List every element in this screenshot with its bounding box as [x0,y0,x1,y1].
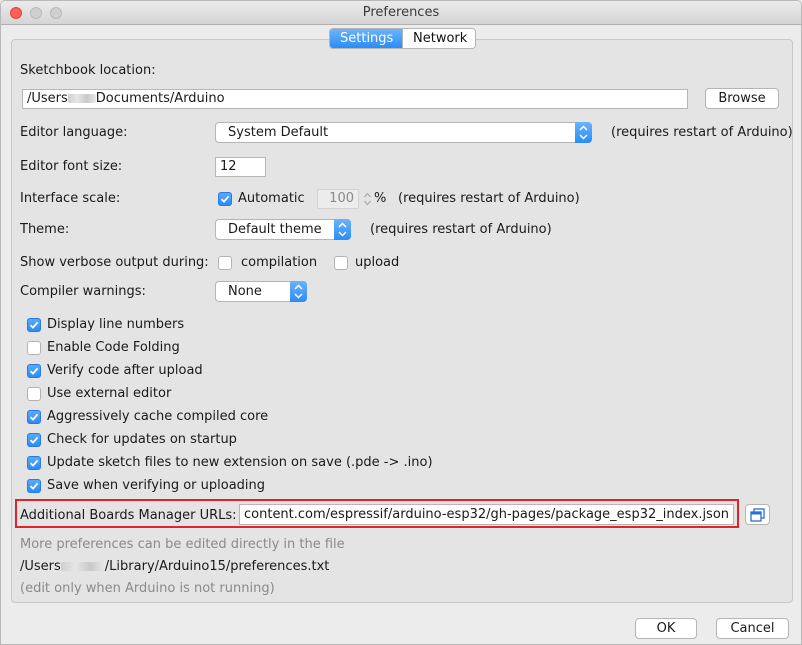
check-updates-label: Check for updates on startup [47,432,237,447]
tab-settings[interactable]: Settings [330,29,402,48]
scale-stepper-icon [363,190,372,208]
window-stack-icon [750,508,765,522]
title-bar: Preferences [1,1,801,25]
enable-code-folding-checkbox[interactable] [27,341,41,355]
display-line-numbers-label: Display line numbers [47,317,185,332]
updown-arrows-icon [575,122,592,143]
use-external-editor-label: Use external editor [47,386,172,401]
checkmark-icon [29,321,39,329]
sketchbook-path-suffix: Documents/Arduino [95,91,225,106]
sketchbook-location-field[interactable]: /Users Documents/Arduino [22,89,688,109]
sketchbook-location-label: Sketchbook location: [20,63,156,78]
preferences-file-path: /Users/Library/Arduino15/preferences.txt [20,559,329,574]
boards-manager-url-field[interactable]: content.com/espressif/arduino-esp32/gh-p… [239,504,734,525]
verify-after-upload-checkbox[interactable] [27,364,41,378]
interface-scale-unit: % [374,191,387,206]
checkmark-icon [220,195,230,203]
save-when-verifying-checkbox[interactable] [27,479,41,493]
save-when-verifying-label: Save when verifying or uploading [47,478,266,493]
more-preferences-text: More preferences can be edited directly … [20,537,345,552]
verbose-compilation-label: compilation [241,255,318,270]
theme-label: Theme: [20,222,70,237]
verbose-upload-label: upload [355,255,400,270]
compiler-warnings-select[interactable]: None [215,281,307,302]
verbose-compilation-checkbox[interactable] [218,256,232,270]
checkmark-icon [29,413,39,421]
editor-language-select[interactable]: System Default [215,122,592,143]
compiler-warnings-label: Compiler warnings: [20,284,146,299]
cancel-button[interactable]: Cancel [716,618,789,639]
checkmark-icon [29,459,39,467]
interface-scale-note: (requires restart of Arduino) [398,191,580,206]
preferences-file-suffix: /Library/Arduino15/preferences.txt [104,559,330,574]
edit-urls-button[interactable] [745,504,770,525]
preferences-window: Preferences Settings Network Sketchbook … [0,0,802,645]
preferences-file-prefix: /Users [20,559,61,574]
editor-font-size-label: Editor font size: [20,159,123,174]
theme-value: Default theme [228,222,322,237]
ok-button[interactable]: OK [635,618,697,639]
verbose-upload-checkbox[interactable] [334,256,348,270]
display-line-numbers-checkbox[interactable] [27,318,41,332]
cache-compiled-core-label: Aggressively cache compiled core [47,409,269,424]
interface-scale-field: 100 [317,189,359,209]
window-title: Preferences [362,5,440,20]
cache-compiled-core-checkbox[interactable] [27,410,41,424]
use-external-editor-checkbox[interactable] [27,387,41,401]
theme-note: (requires restart of Arduino) [370,222,552,237]
checkmark-icon [29,436,39,444]
verify-after-upload-label: Verify code after upload [47,363,203,378]
theme-select[interactable]: Default theme [215,219,351,240]
update-sketch-extension-checkbox[interactable] [27,456,41,470]
editor-font-size-field[interactable]: 12 [215,157,266,177]
updown-arrows-icon [290,281,307,302]
boards-manager-label: Additional Boards Manager URLs: [20,508,237,523]
interface-scale-label: Interface scale: [20,191,121,206]
verbose-output-label: Show verbose output during: [20,255,209,270]
editor-language-value: System Default [228,125,329,140]
updown-arrows-icon [334,219,351,240]
redacted-username [67,94,96,103]
checkmark-icon [29,482,39,490]
update-sketch-extension-label: Update sketch files to new extension on … [47,455,433,470]
compiler-warnings-value: None [228,284,262,299]
editor-language-note: (requires restart of Arduino) [611,125,793,140]
sketchbook-path-prefix: /Users [27,91,68,106]
automatic-scale-checkbox[interactable] [218,192,232,206]
tab-bar: Settings Network [329,28,476,49]
editor-language-label: Editor language: [20,125,128,140]
browse-button[interactable]: Browse [705,88,779,109]
redacted-username [60,562,105,571]
enable-code-folding-label: Enable Code Folding [47,340,180,355]
checkmark-icon [29,367,39,375]
edit-note-text: (edit only when Arduino is not running) [20,581,275,596]
tab-network[interactable]: Network [402,29,475,48]
check-updates-checkbox[interactable] [27,433,41,447]
automatic-scale-label: Automatic [238,191,305,206]
